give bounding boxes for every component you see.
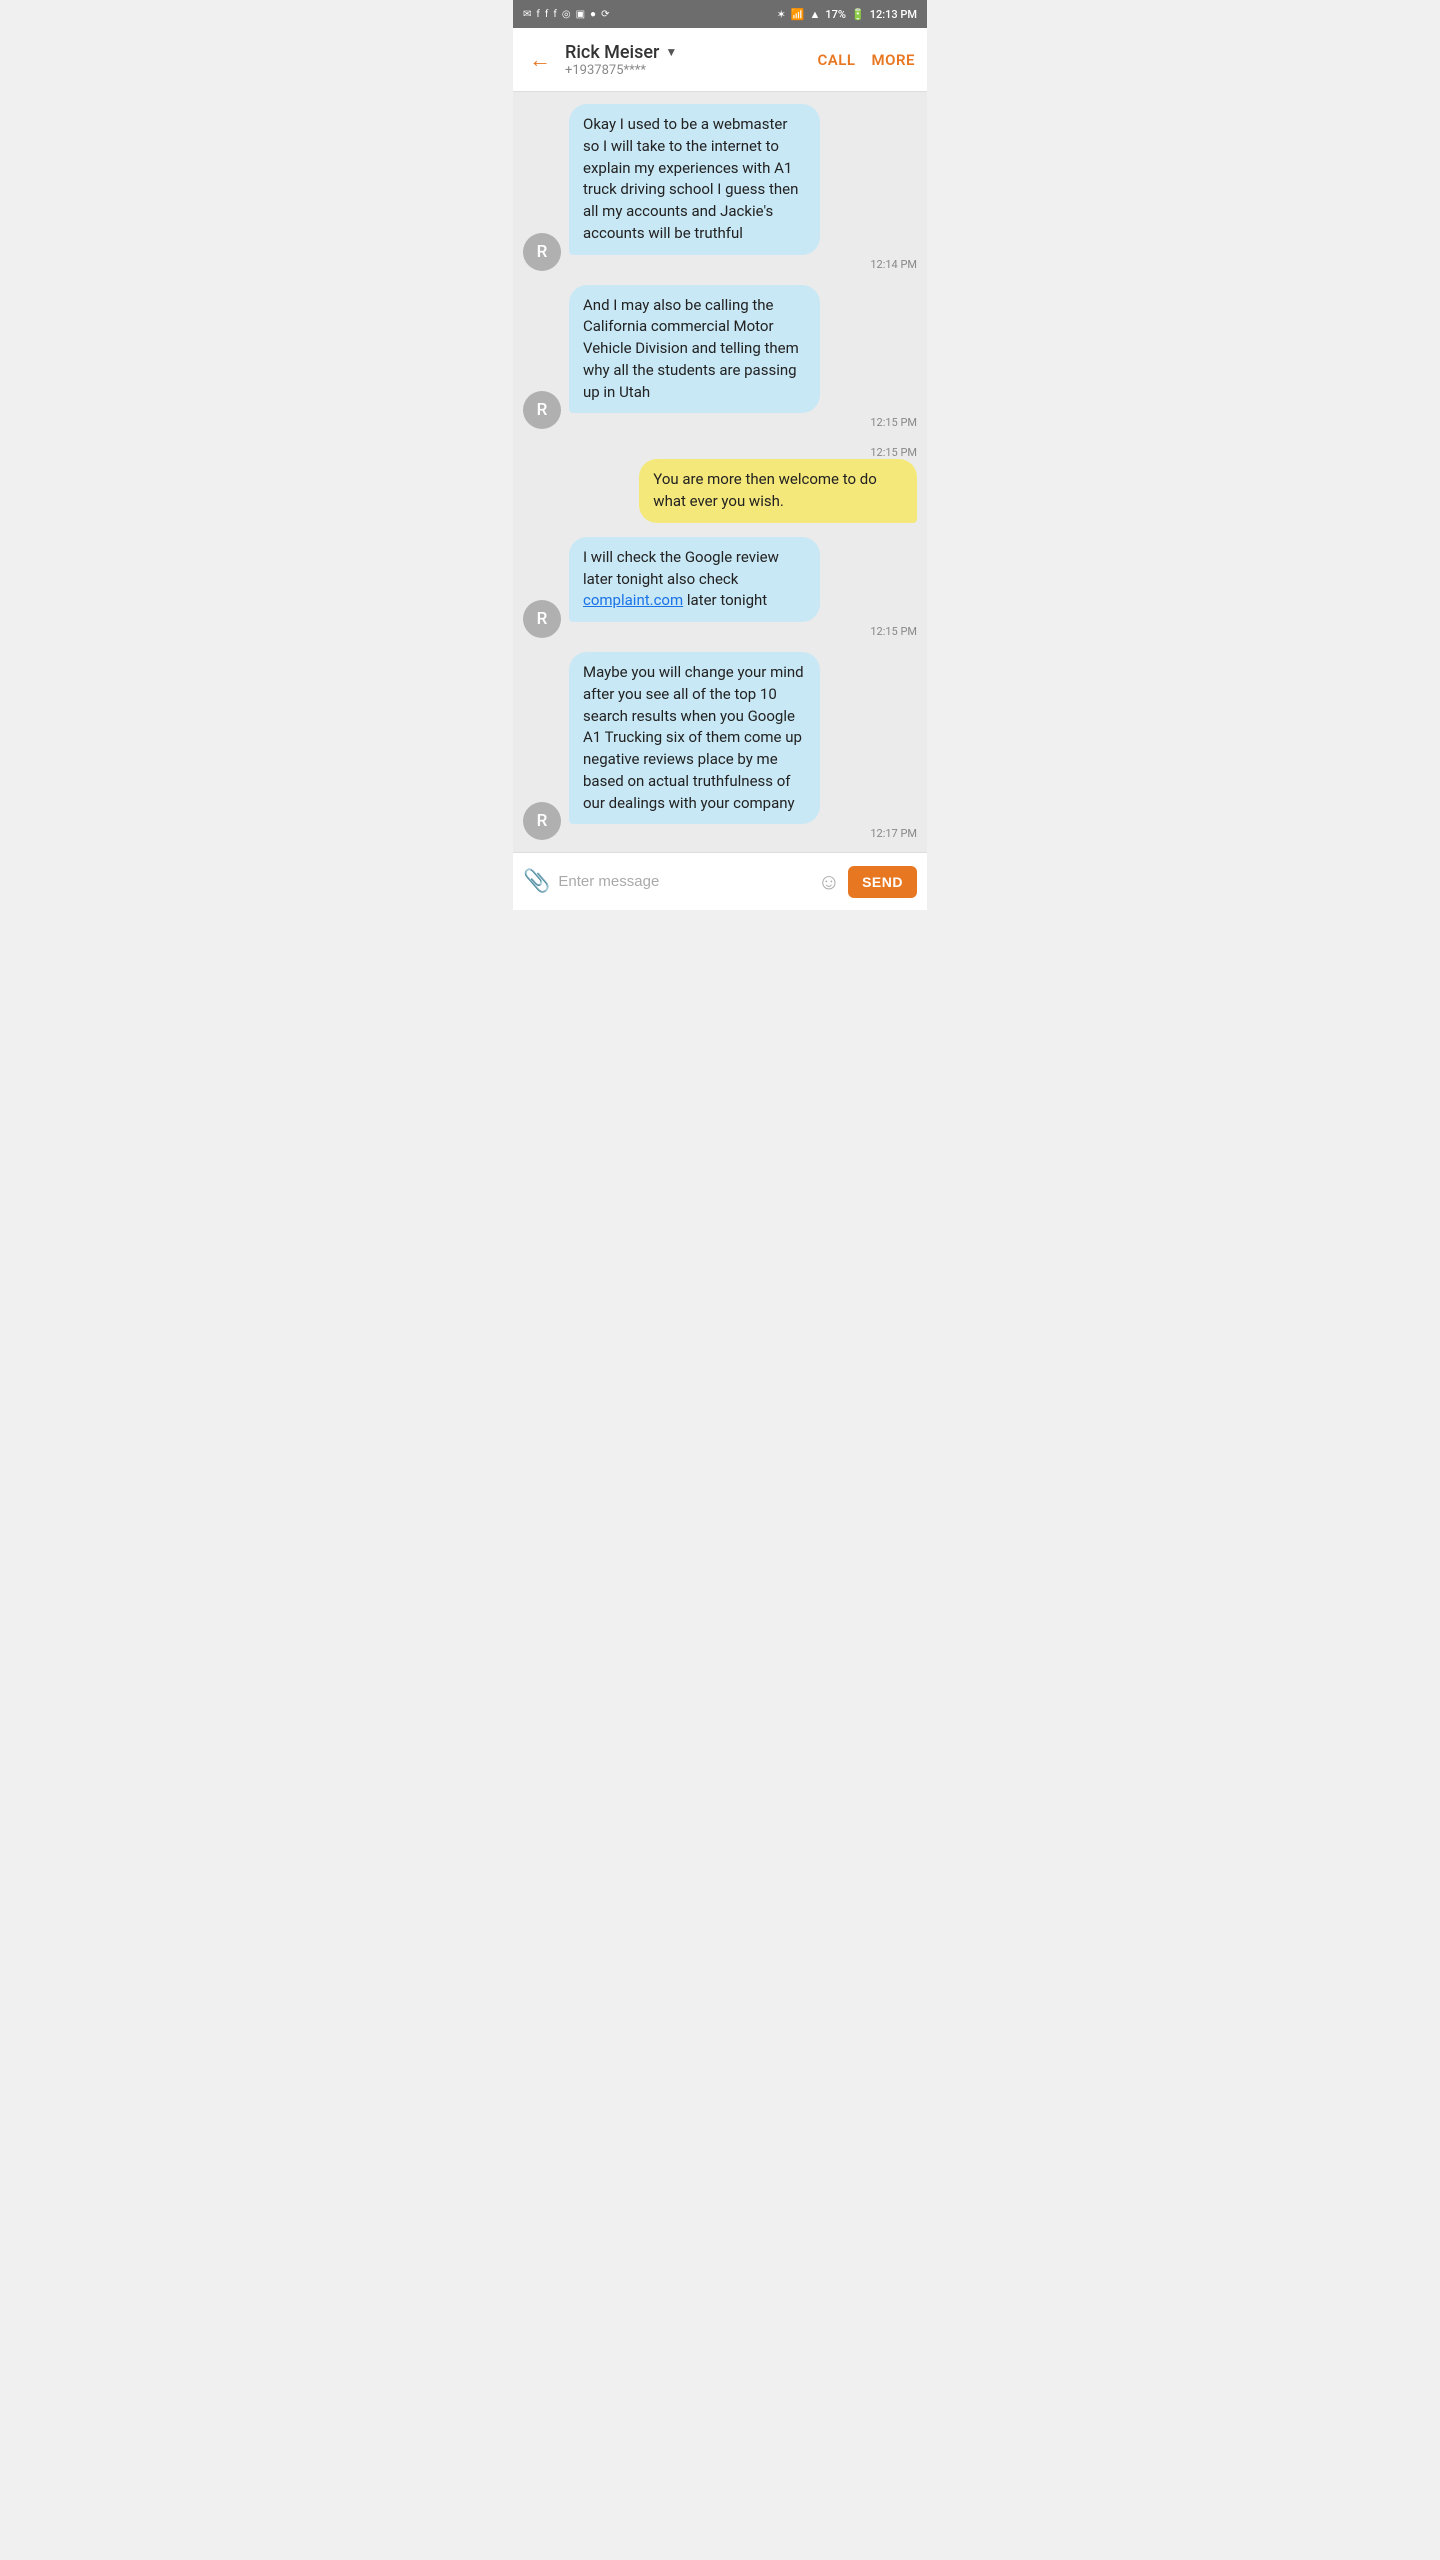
message-input[interactable] bbox=[558, 867, 809, 896]
send-button[interactable]: SEND bbox=[848, 866, 917, 898]
status-icons: ✉ f f f ◎ ▣ ● ⟳ bbox=[523, 9, 609, 20]
message-timestamp: 12:15 PM bbox=[870, 446, 917, 459]
battery-level: 17% bbox=[825, 8, 846, 21]
message-bubble: And I may also be calling the California… bbox=[569, 285, 820, 414]
contact-dropdown-icon[interactable]: ▼ bbox=[665, 45, 677, 59]
back-button[interactable]: ← bbox=[525, 43, 555, 77]
avatar: R bbox=[523, 802, 561, 840]
image-icon: ▣ bbox=[576, 9, 585, 20]
contact-phone: +1937875**** bbox=[565, 63, 817, 78]
message-bubble: I will check the Google review later ton… bbox=[569, 537, 820, 622]
message-row: RMaybe you will change your mind after y… bbox=[523, 652, 917, 840]
message-bubble: You are more then welcome to do what eve… bbox=[639, 459, 917, 523]
contact-name-text: Rick Meiser bbox=[565, 42, 659, 63]
avatar: R bbox=[523, 391, 561, 429]
facebook-icon2: f bbox=[545, 9, 548, 20]
message-row: RAnd I may also be calling the Californi… bbox=[523, 285, 917, 430]
facebook-icon1: f bbox=[536, 9, 539, 20]
message-row: ROkay I used to be a webmaster so I will… bbox=[523, 104, 917, 271]
input-bar: 📎 ☺ SEND bbox=[513, 852, 927, 910]
message-timestamp: 12:17 PM bbox=[870, 827, 917, 840]
message-timestamp: 12:14 PM bbox=[870, 258, 917, 271]
wifi-icon: 📶 bbox=[791, 8, 805, 21]
more-button[interactable]: MORE bbox=[872, 51, 915, 69]
avatar: R bbox=[523, 233, 561, 271]
compass-icon: ◎ bbox=[562, 9, 571, 20]
status-bar: ✉ f f f ◎ ▣ ● ⟳ ✶ 📶 ▲ 17% 🔋 12:13 PM bbox=[513, 0, 927, 28]
message-timestamp: 12:15 PM bbox=[870, 625, 917, 638]
facebook-icon3: f bbox=[553, 9, 556, 20]
battery-icon: 🔋 bbox=[851, 8, 865, 21]
call-button[interactable]: CALL bbox=[817, 51, 855, 69]
conversation-header: ← Rick Meiser ▼ +1937875**** CALL MORE bbox=[513, 28, 927, 92]
message-row: RI will check the Google review later to… bbox=[523, 537, 917, 638]
status-indicators: ✶ 📶 ▲ 17% 🔋 12:13 PM bbox=[777, 8, 917, 21]
sync-icon: ⟳ bbox=[601, 9, 609, 20]
bluetooth-icon: ✶ bbox=[777, 8, 786, 21]
clock: 12:13 PM bbox=[870, 8, 917, 21]
message-bubble: Maybe you will change your mind after yo… bbox=[569, 652, 820, 824]
mail-icon: ✉ bbox=[523, 9, 531, 20]
message-link[interactable]: complaint.com bbox=[583, 591, 683, 609]
message-bubble: Okay I used to be a webmaster so I will … bbox=[569, 104, 820, 255]
message-row: 12:15 PMYou are more then welcome to do … bbox=[523, 443, 917, 523]
attach-icon[interactable]: 📎 bbox=[523, 869, 550, 894]
contact-name-row: Rick Meiser ▼ bbox=[565, 42, 817, 63]
contact-info: Rick Meiser ▼ +1937875**** bbox=[565, 42, 817, 78]
signal-icon: ▲ bbox=[810, 8, 821, 21]
avatar: R bbox=[523, 600, 561, 638]
emoji-icon[interactable]: ☺ bbox=[818, 869, 840, 895]
message-list: ROkay I used to be a webmaster so I will… bbox=[513, 92, 927, 852]
message-timestamp: 12:15 PM bbox=[870, 416, 917, 429]
header-actions: CALL MORE bbox=[817, 51, 915, 69]
whatsapp-icon: ● bbox=[590, 9, 596, 20]
